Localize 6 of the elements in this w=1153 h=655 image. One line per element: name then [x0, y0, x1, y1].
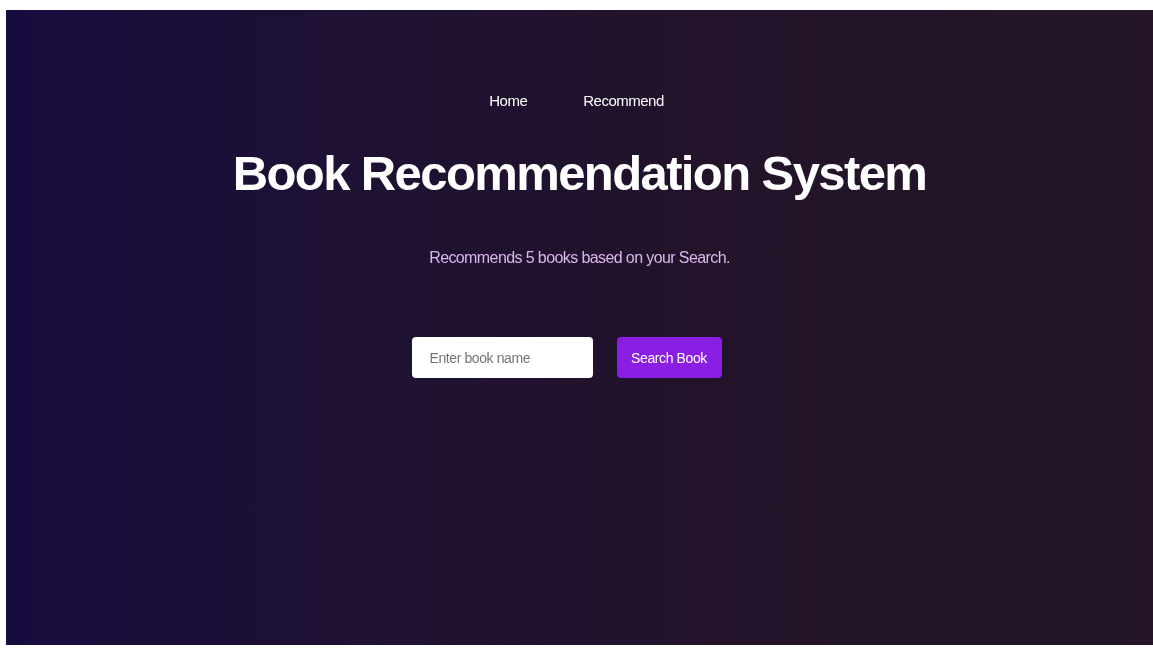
search-button[interactable]: Search Book: [616, 337, 722, 378]
search-field[interactable]: Enter book name: [411, 337, 593, 378]
nav-link[interactable]: Home: [489, 92, 528, 109]
subtitle: Recommends 5 books based on your Search.: [429, 249, 730, 267]
page-title: Book Recommendation System: [232, 149, 927, 198]
nav-link[interactable]: Recommend: [583, 92, 664, 109]
